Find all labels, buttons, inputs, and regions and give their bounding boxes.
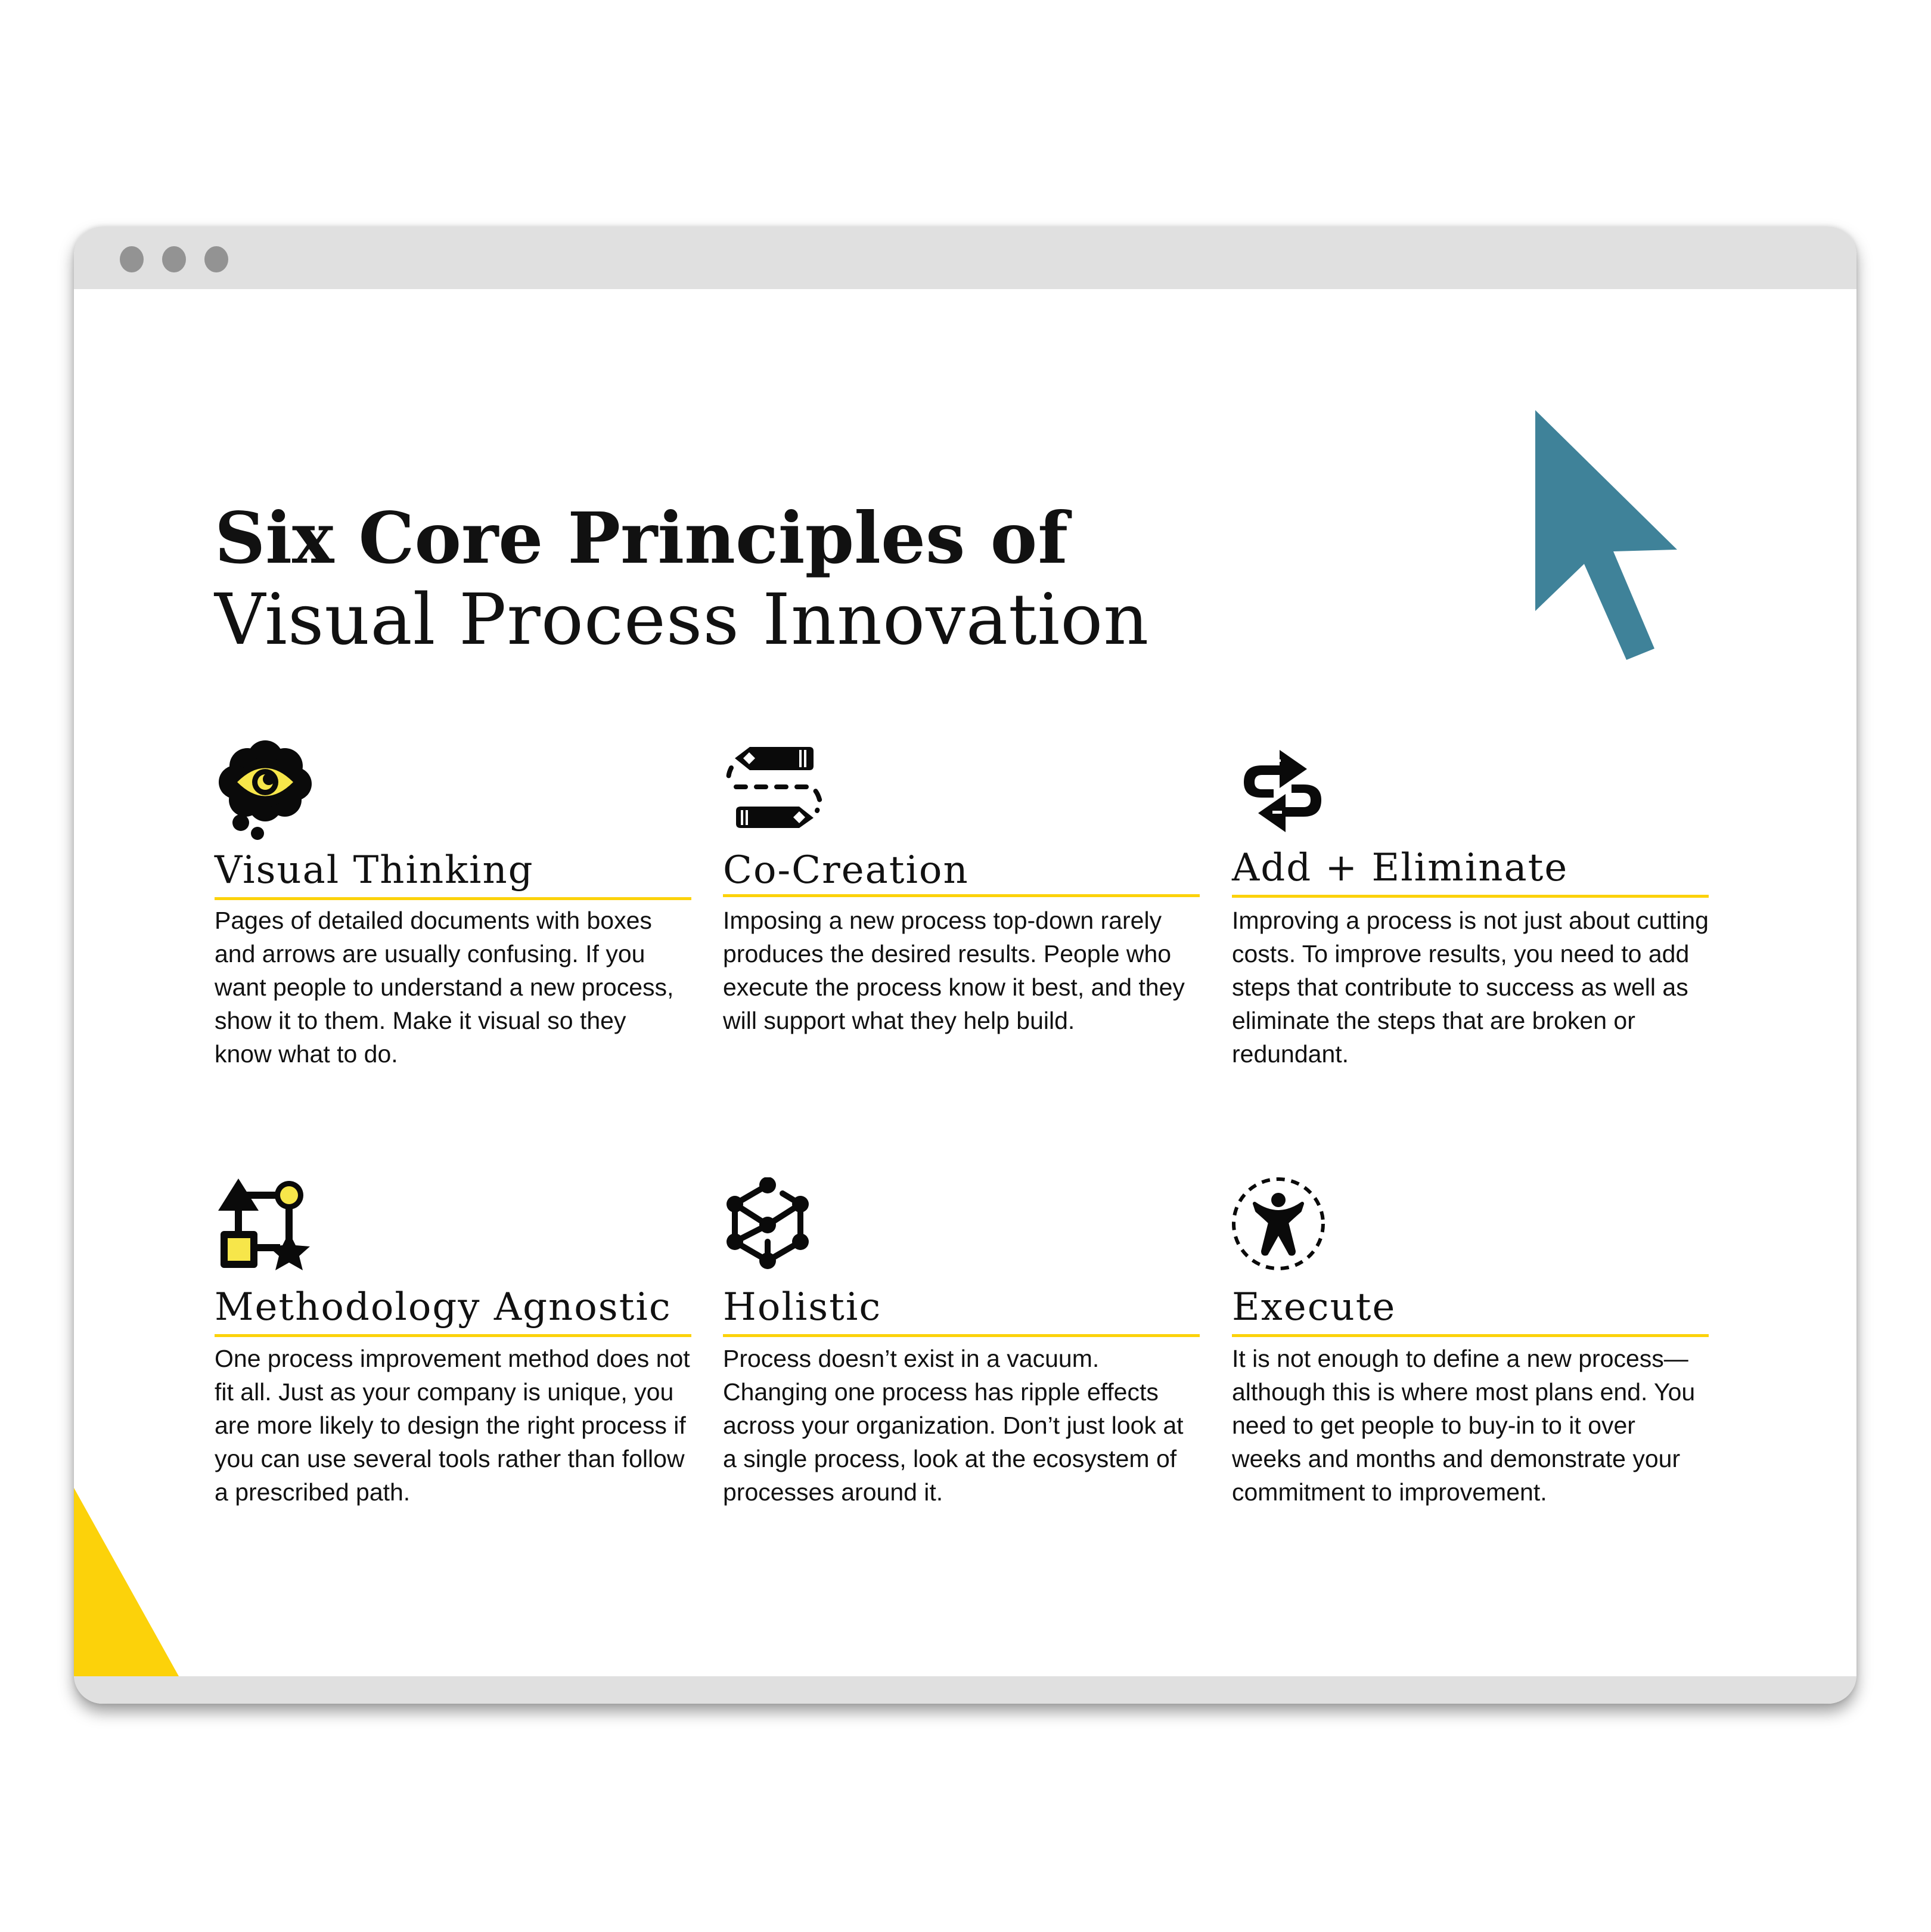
window-titlebar — [74, 227, 1857, 289]
principle-heading: Visual Thinking — [215, 848, 534, 892]
window-close-dot[interactable] — [120, 246, 144, 272]
yellow-corner-triangle — [74, 1488, 179, 1676]
principle-body: Process doesn’t exist in a vacuum. Chang… — [723, 1345, 1184, 1506]
heading-underline — [215, 1334, 691, 1337]
heading-underline — [215, 897, 691, 900]
principle-body: Pages of detailed documents with boxes a… — [215, 907, 674, 1068]
principle-body: Improving a process is not just about cu… — [1232, 907, 1709, 1068]
pencils-dashed-path-icon — [726, 747, 823, 828]
principle-heading: Add + Eliminate — [1232, 846, 1569, 890]
title-connector: of — [990, 497, 1069, 579]
heading-underline — [1232, 1334, 1709, 1337]
principle-body: One process improvement method does not … — [215, 1345, 690, 1506]
window-bottom-bar — [74, 1676, 1857, 1704]
add-eliminate-arrows-icon — [1244, 750, 1321, 832]
window-minimize-dot[interactable] — [162, 246, 186, 272]
title-bold: Six Core Principles — [215, 497, 966, 579]
principle-heading: Holistic — [723, 1285, 882, 1329]
heading-underline — [723, 894, 1200, 897]
network-cube-icon — [727, 1177, 809, 1269]
principle-body: It is not enough to define a new process… — [1232, 1345, 1696, 1506]
page-title: Six Core Principles of Visual Process In… — [215, 498, 1149, 660]
thought-bubble-eye-icon — [219, 740, 312, 840]
principle-heading: Methodology Agnostic — [215, 1285, 672, 1329]
principle-heading: Co-Creation — [723, 848, 969, 892]
person-dashed-circle-icon — [1232, 1177, 1325, 1270]
heading-underline — [723, 1334, 1200, 1337]
principle-heading: Execute — [1232, 1285, 1396, 1329]
mouse-cursor-icon — [1535, 410, 1677, 660]
shapes-connected-icon — [218, 1179, 310, 1270]
title-line2: Visual Process Innovation — [215, 578, 1150, 660]
heading-underline — [1232, 895, 1709, 898]
window-maximize-dot[interactable] — [204, 246, 228, 272]
principle-body: Imposing a new process top-down rarely p… — [723, 907, 1185, 1034]
browser-window: Six Core Principles of Visual Process In… — [74, 227, 1857, 1704]
